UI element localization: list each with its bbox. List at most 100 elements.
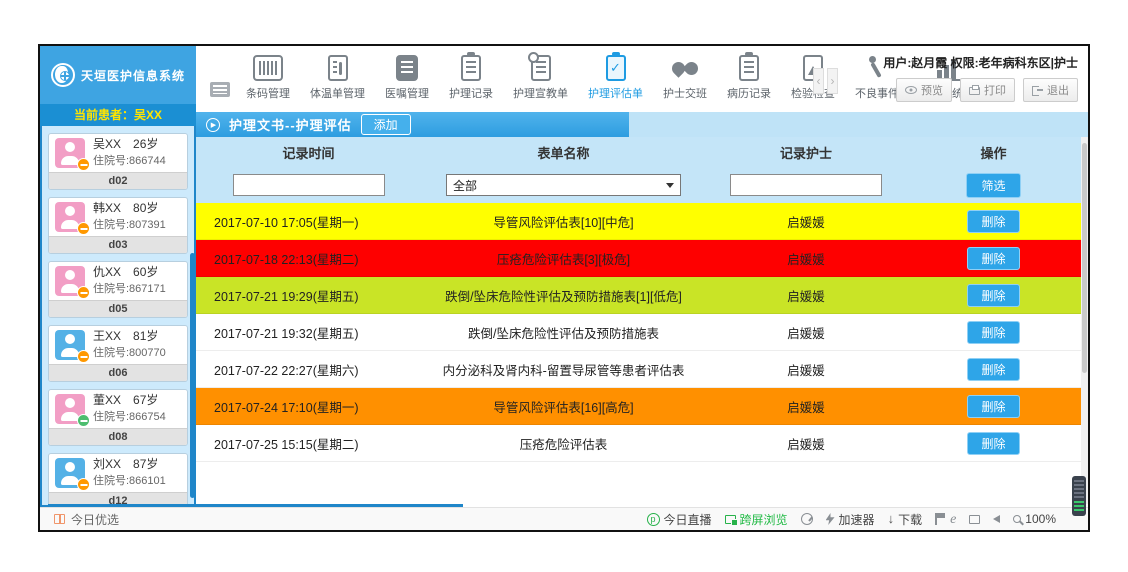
table-row: 2017-07-21 19:32(星期五) 跌倒/坠床危险性评估及预防措施表 启… [196,314,1081,351]
main-scrollbar[interactable] [1081,137,1088,504]
toolbar-menu: 条码管理 体温单管理 医嘱管理 护理记录 [244,55,976,101]
speaker-icon[interactable] [993,515,1000,523]
patient-admission-no: 住院号:866101 [93,475,166,488]
add-button[interactable]: 添加 [361,114,411,135]
user-info: 用户:赵月霞 权限:老年病科东区|护士 [883,54,1078,71]
table-body: 2017-07-10 17:05(星期一) 导管风险评估表[10][中危] 启媛… [196,203,1081,462]
download-button[interactable]: 下载 [888,511,923,528]
patient-list-scrollbar[interactable] [190,253,195,497]
patient-card[interactable]: 韩XX 80岁 住院号:807391 d03 [48,197,188,254]
cross-screen-button[interactable]: 跨屏浏览 [725,511,788,528]
patient-age: 60岁 [133,266,158,280]
delete-button[interactable]: 删除 [967,395,1019,418]
daily-picks-button[interactable]: 今日优选 [54,511,119,528]
toolbar-item[interactable]: 体温单管理 [308,55,367,101]
patient-card[interactable]: 刘XX 87岁 住院号:866101 d12 [48,453,188,507]
top-toolbar: 条码管理 体温单管理 医嘱管理 护理记录 [196,46,1088,112]
logout-button-label: 退出 [1047,82,1069,98]
status-bar-tools: 今日直播 跨屏浏览 加速器 下载 100% [647,511,1056,528]
patient-avatar-icon [55,266,85,296]
live-label: 今日直播 [664,511,712,528]
accelerator-button[interactable]: 加速器 [826,511,875,528]
patient-admission-no: 住院号:800770 [93,347,166,360]
live-button[interactable]: 今日直播 [647,511,712,528]
form-name: 压疮危险评估表 [421,434,706,453]
medical-record-icon [739,55,759,81]
patient-text: 仇XX 60岁 住院号:867171 [93,266,166,295]
patient-list: 吴XX 26岁 住院号:866744 d02 [40,126,196,507]
delete-button[interactable]: 删除 [967,321,1019,344]
delete-button[interactable]: 删除 [967,432,1019,455]
assessment-sheet-icon [606,55,626,81]
patient-card[interactable]: 董XX 67岁 住院号:866754 d08 [48,389,188,446]
form-name: 压疮危险评估表[3][极危] [421,249,706,268]
delete-button[interactable]: 删除 [967,210,1019,233]
zoom-control[interactable]: 100% [1013,512,1056,526]
record-time: 2017-07-18 22:13(星期二) [196,249,421,268]
eye-icon [905,86,917,94]
print-button[interactable]: 打印 [960,78,1015,102]
filter-button[interactable]: 筛选 [966,173,1020,198]
ie-icon[interactable] [950,512,956,527]
patient-name: 刘XX [93,458,121,472]
nurse-filter-input[interactable] [730,174,882,196]
toolbar-item[interactable]: 护理记录 [447,55,495,101]
column-header-form: 表单名称 [421,143,706,162]
logout-button[interactable]: 退出 [1023,78,1078,102]
pager-next-icon[interactable] [827,68,838,94]
delete-button[interactable]: 删除 [967,284,1019,307]
status-badge [77,350,90,363]
patient-card[interactable]: 仇XX 60岁 住院号:867171 d05 [48,261,188,318]
toolbar-item[interactable]: 护理评估单 [586,55,645,101]
patient-avatar-icon [55,458,85,488]
status-badge [77,222,90,235]
record-nurse: 启媛媛 [706,360,906,379]
cross-screen-label: 跨屏浏览 [740,511,788,528]
status-badge [77,478,90,491]
flag-icon[interactable] [935,513,937,525]
cross-screen-icon [725,515,736,524]
record-nurse: 启媛媛 [706,397,906,416]
magnifier-icon [1013,515,1021,523]
preview-button[interactable]: 预览 [896,78,952,102]
speedometer-icon[interactable] [801,513,813,525]
patient-text: 韩XX 80岁 住院号:807391 [93,202,166,231]
patient-admission-no: 住院号:807391 [93,219,166,232]
handover-icon [672,55,698,81]
record-time: 2017-07-10 17:05(星期一) [196,212,421,231]
patient-bed-label: d03 [49,236,187,253]
toolbar-item[interactable]: 医嘱管理 [383,55,431,101]
patient-text: 王XX 81岁 住院号:800770 [93,330,166,359]
patient-card[interactable]: 王XX 81岁 住院号:800770 d06 [48,325,188,382]
delete-button[interactable]: 删除 [967,358,1019,381]
patient-age: 26岁 [133,138,158,152]
record-nurse: 启媛媛 [706,323,906,342]
table-row: 2017-07-21 19:29(星期五) 跌倒/坠床危险性评估及预防措施表[1… [196,277,1081,314]
record-nurse: 启媛媛 [706,434,906,453]
gift-icon [54,514,65,524]
pager-prev-icon[interactable] [813,68,824,94]
network-meter-badge[interactable] [1072,476,1086,516]
column-header-nurse: 记录护士 [706,143,906,162]
time-filter-input[interactable] [233,174,385,196]
toolbar-item[interactable]: 病历记录 [725,55,773,101]
table-header-row: 记录时间 表单名称 记录护士 操作 [196,137,1081,167]
menu-icon[interactable] [210,82,230,97]
form-filter-select[interactable]: 全部 [446,174,681,196]
toolbar-item[interactable]: 条码管理 [244,55,292,101]
patient-admission-no: 住院号:866754 [93,411,166,424]
patient-age: 81岁 [133,330,158,344]
toolbar-item[interactable]: 护士交班 [661,55,709,101]
record-time: 2017-07-21 19:32(星期五) [196,323,421,342]
record-time: 2017-07-21 19:29(星期五) [196,286,421,305]
zoom-level: 100% [1025,512,1056,526]
content-header: 护理文书--护理评估 添加 [196,112,1088,137]
preview-button-label: 预览 [921,82,943,98]
delete-button[interactable]: 删除 [967,247,1019,270]
toolbar-item-label: 护士交班 [663,85,707,101]
toolbar-item[interactable]: 护理宣教单 [511,55,570,101]
screenshot-canvas: 天垣医护信息系统 当前患者：吴XX 吴XX 26岁 [0,0,1128,572]
window-icon[interactable] [969,515,980,524]
orders-document-icon [396,55,418,81]
patient-card[interactable]: 吴XX 26岁 住院号:866744 d02 [48,133,188,190]
